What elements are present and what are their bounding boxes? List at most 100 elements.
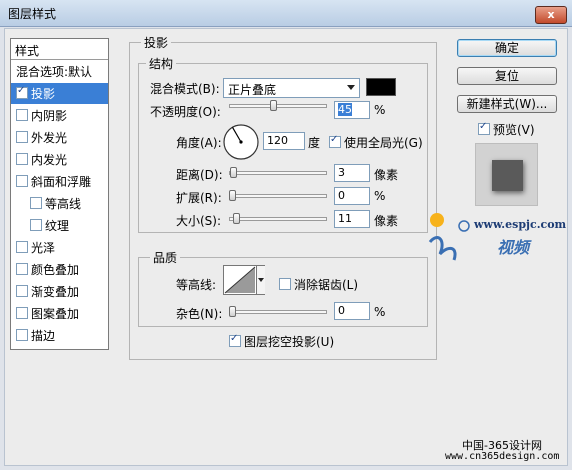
close-icon: x [547, 8, 555, 21]
contour-picker[interactable] [223, 265, 265, 295]
style-checkbox-icon[interactable] [16, 241, 28, 253]
style-checkbox-icon[interactable] [16, 329, 28, 341]
angle-unit: 度 [308, 136, 321, 150]
knockout-checkbox[interactable]: 图层挖空投影(U) [229, 333, 334, 350]
distance-slider-thumb[interactable] [229, 167, 237, 178]
style-checkbox-icon[interactable] [30, 197, 42, 209]
noise-slider-thumb[interactable] [229, 306, 236, 317]
style-list-item-label: 内发光 [31, 153, 68, 167]
style-list-item[interactable]: 图案叠加 [11, 303, 108, 324]
anti-alias-check-icon [279, 278, 291, 290]
opacity-label: 不透明度(O): [150, 105, 221, 119]
style-list-item-label: 颜色叠加 [31, 263, 80, 277]
anti-alias-checkbox[interactable]: 消除锯齿(L) [279, 276, 358, 293]
style-checkbox-icon[interactable] [16, 109, 28, 121]
quality-title: 品质 [150, 249, 181, 266]
chevron-down-icon [347, 85, 355, 90]
size-label: 大小(S): [176, 214, 222, 228]
style-list-item-label: 纹理 [45, 219, 70, 233]
style-list-header[interactable]: 样式 [11, 39, 108, 60]
global-light-checkbox[interactable]: 使用全局光(G) [329, 134, 423, 151]
style-checkbox-icon[interactable] [16, 285, 28, 297]
style-checkbox-icon[interactable] [16, 131, 28, 143]
knockout-label: 图层挖空投影(U) [244, 335, 335, 349]
window-title: 图层样式 [8, 7, 57, 21]
distance-unit: 像素 [374, 168, 399, 182]
preview-square [492, 160, 523, 191]
close-button[interactable]: x [535, 6, 567, 24]
opacity-slider-track[interactable] [229, 104, 327, 108]
style-list-item-label: 描边 [31, 329, 56, 343]
reset-button[interactable]: 复位 [457, 67, 557, 85]
spread-label: 扩展(R): [176, 191, 222, 205]
watermark-site: www.espjc.com [474, 218, 567, 231]
noise-unit: % [374, 305, 386, 319]
opacity-value: 45 [338, 103, 352, 116]
blend-mode-value: 正片叠底 [228, 83, 277, 97]
style-list-item[interactable]: 等高线 [11, 193, 108, 214]
style-list-item[interactable]: 描边 [11, 325, 108, 346]
global-light-check-icon [329, 134, 341, 148]
spread-input[interactable]: 0 [334, 187, 370, 205]
style-list-item-label: 外发光 [31, 131, 68, 145]
style-list-item-label: 渐变叠加 [31, 285, 80, 299]
opacity-input[interactable]: 45 [334, 101, 370, 119]
style-checkbox-icon[interactable] [16, 263, 28, 275]
contour-label: 等高线: [176, 278, 217, 292]
shadow-color-swatch[interactable] [366, 78, 396, 96]
noise-slider-track[interactable] [229, 310, 327, 314]
style-list-item[interactable]: 外发光 [11, 127, 108, 148]
style-checkbox-icon[interactable] [16, 153, 28, 165]
style-checkbox-icon[interactable] [16, 85, 28, 99]
anti-alias-label: 消除锯齿(L) [294, 278, 359, 292]
distance-slider-track[interactable] [229, 171, 327, 175]
spread-slider-thumb[interactable] [229, 190, 236, 201]
size-input[interactable]: 11 [334, 210, 370, 228]
structure-title: 结构 [146, 55, 177, 72]
style-list-item[interactable]: 内阴影 [11, 105, 108, 126]
blend-mode-select[interactable]: 正片叠底 [223, 78, 360, 98]
new-style-button[interactable]: 新建样式(W)... [457, 95, 557, 113]
watermark-site-cn: 视频 [497, 238, 530, 257]
preview-checkbox[interactable]: 预览(V) [478, 121, 535, 138]
global-light-label: 使用全局光(G) [344, 136, 423, 150]
style-list-item-label: 内阴影 [31, 109, 68, 123]
size-slider-thumb[interactable] [232, 213, 240, 224]
angle-dial[interactable] [222, 123, 260, 161]
ok-button[interactable]: 确定 [457, 39, 557, 57]
style-list-item[interactable]: 斜面和浮雕 [11, 171, 108, 192]
size-slider-track[interactable] [229, 217, 327, 221]
knockout-check-icon [229, 333, 241, 347]
style-checkbox-icon[interactable] [30, 219, 42, 231]
opacity-slider-thumb[interactable] [269, 100, 277, 111]
style-list-item[interactable]: 颜色叠加 [11, 259, 108, 280]
style-list-item-label: 光泽 [31, 241, 56, 255]
drop-shadow-title: 投影 [141, 34, 172, 51]
style-list-item[interactable]: 纹理 [11, 215, 108, 236]
spread-unit: % [374, 189, 386, 203]
title-bar[interactable] [0, 0, 572, 27]
style-checkbox-icon[interactable] [16, 175, 28, 187]
style-list-item-label: 混合选项:默认 [16, 65, 93, 79]
noise-input[interactable]: 0 [334, 302, 370, 320]
noise-label: 杂色(N): [176, 307, 223, 321]
preview-thumbnail [475, 143, 538, 206]
style-list-item[interactable]: 投影 [11, 83, 108, 104]
angle-input[interactable]: 120 [263, 132, 305, 150]
angle-label: 角度(A): [176, 136, 222, 150]
preview-label: 预览(V) [493, 123, 535, 137]
contour-dropdown-button[interactable] [256, 266, 265, 294]
style-checkbox-icon[interactable] [16, 307, 28, 319]
spread-slider-track[interactable] [229, 194, 327, 198]
footer-line2: www.cn365design.com [445, 451, 560, 462]
style-list-item[interactable]: 内发光 [11, 149, 108, 170]
distance-label: 距离(D): [176, 168, 223, 182]
style-list-item[interactable]: 渐变叠加 [11, 281, 108, 302]
contour-icon [224, 266, 256, 294]
distance-input[interactable]: 3 [334, 164, 370, 182]
style-list-item[interactable]: 混合选项:默认 [11, 61, 108, 82]
style-list-item[interactable]: 光泽 [11, 237, 108, 258]
chevron-down-icon [258, 278, 264, 282]
style-list-item-label: 斜面和浮雕 [31, 175, 92, 189]
style-list-item-label: 投影 [31, 87, 56, 101]
